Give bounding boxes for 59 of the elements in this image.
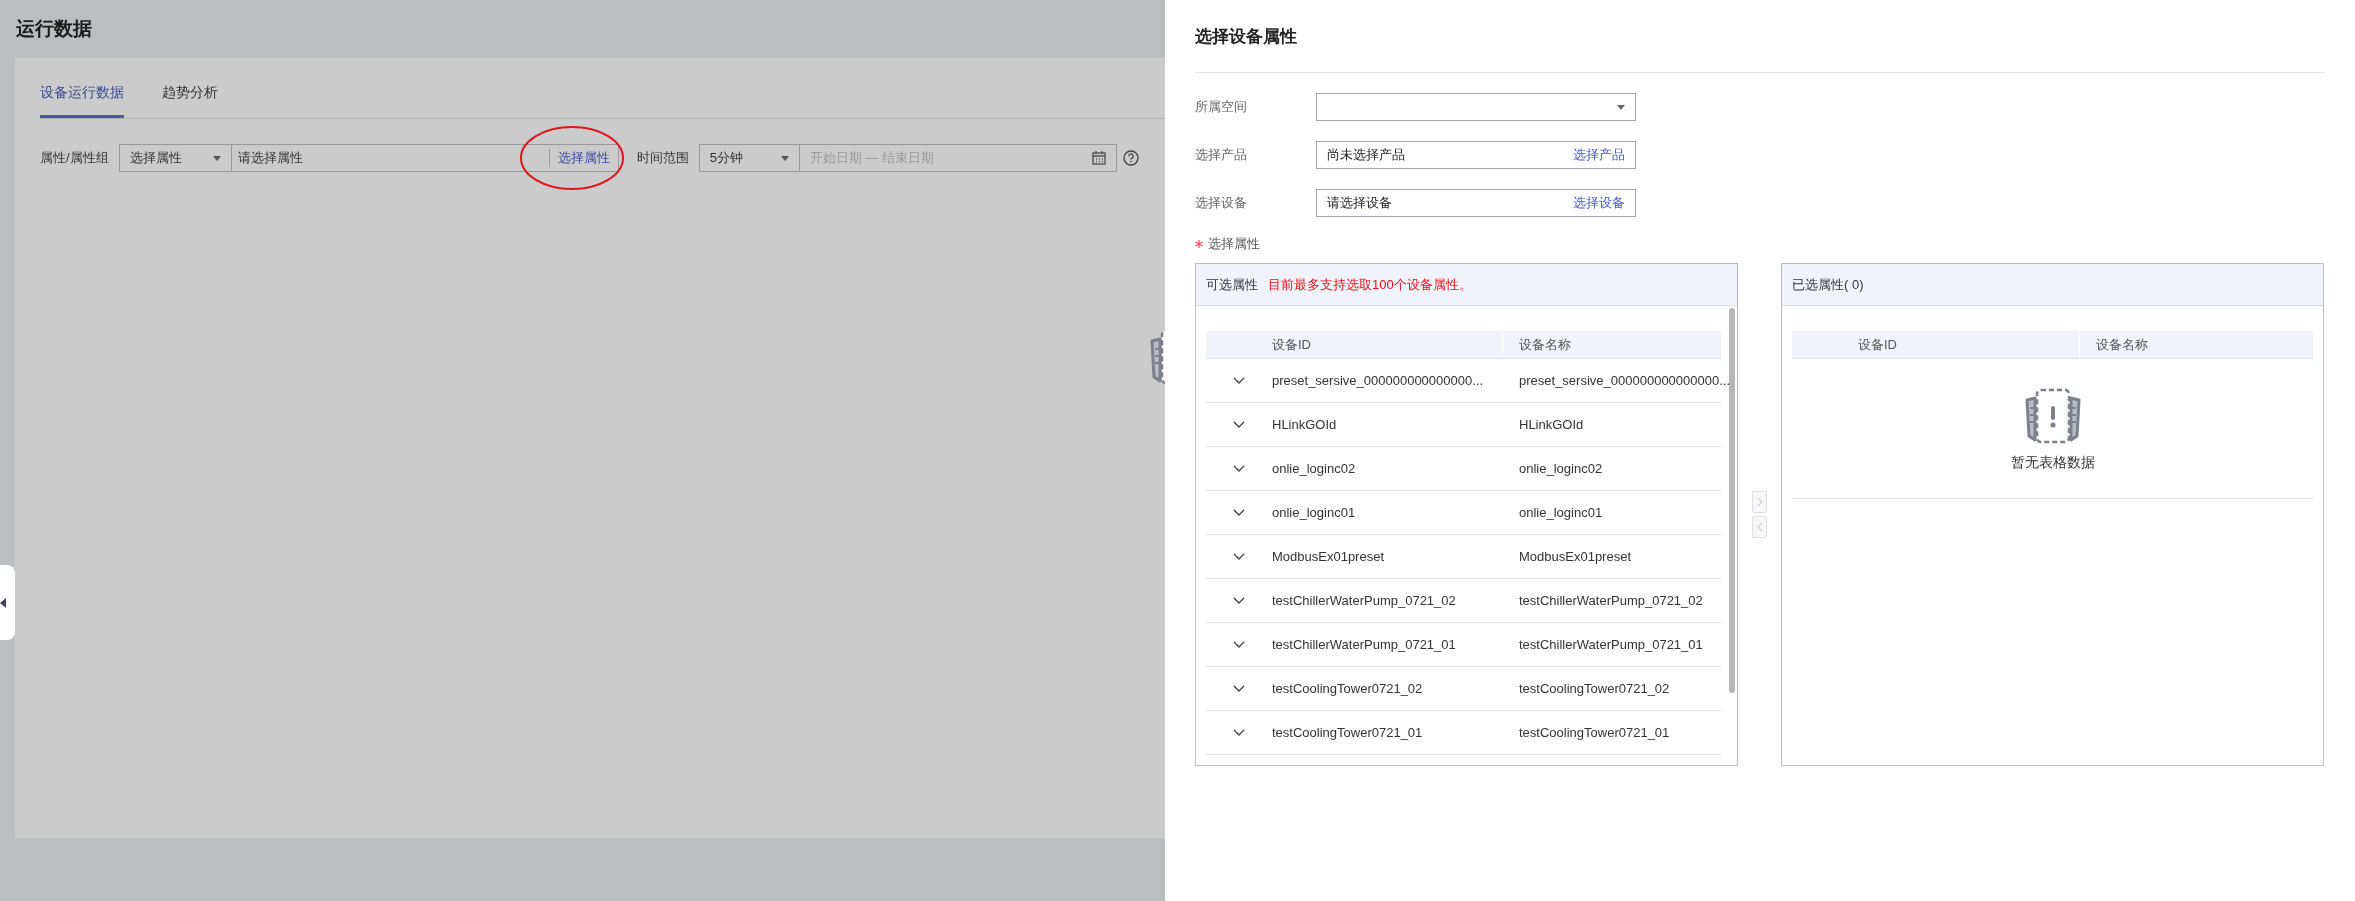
table-cell: preset_sersive_000000000000000... [1272, 373, 1503, 388]
empty-text: 暂无表格数据 [2010, 453, 2095, 472]
table-cell-text: ModbusEx01preset [1518, 549, 1631, 564]
picker-link[interactable]: 选择设备 [1573, 194, 1625, 212]
field-label: 选择产品 [1195, 146, 1248, 164]
drawer-title: 选择设备属性 [1195, 25, 1297, 48]
scrollbar[interactable] [1729, 308, 1735, 693]
tab[interactable]: 趋势分析 [162, 80, 218, 118]
help-icon[interactable] [1122, 150, 1139, 166]
column-header: 设备名称 [1518, 335, 1571, 354]
collapse-icon [0, 597, 6, 608]
table-cell: testChillerWaterPump_0721_02 [1272, 593, 1503, 608]
chevron-icon[interactable] [1233, 641, 1245, 648]
chevron-icon[interactable] [1233, 465, 1245, 472]
table-cell-text: HLinkGOId [1518, 417, 1584, 432]
field-label: 选择设备 [1195, 194, 1248, 212]
picker-field[interactable]: 请选择设备 选择设备 [1316, 189, 1636, 217]
table-cell: testCoolingTower0721_01 [1272, 725, 1503, 740]
table-cell: onlie_loginc02 [1272, 461, 1503, 476]
table-cell: testChillerWaterPump_0721_01 [1272, 637, 1503, 652]
chevron-icon[interactable] [1233, 553, 1245, 560]
time-range-select[interactable]: 5分钟 [698, 144, 799, 172]
table-cell: ModbusEx01preset [1272, 549, 1503, 564]
table-cell-text: onlie_loginc01 [1518, 505, 1603, 520]
field-label: 所属空间 [1195, 98, 1248, 116]
calendar-icon [1091, 151, 1106, 165]
panel-title: 已选属性( 0) [1792, 275, 1864, 294]
table-cell-text: testChillerWaterPump_0721_02 [1518, 593, 1703, 608]
chevron-left-icon [1756, 522, 1763, 532]
field-label: 属性/属性组 [40, 149, 109, 167]
limit-notice: 目前最多支持选取100个设备属性。 [1268, 275, 1472, 294]
column-header: 设备ID [1272, 331, 1503, 358]
caret-icon [780, 155, 789, 161]
chevron-icon[interactable] [1233, 421, 1245, 428]
table-cell: testCoolingTower0721_02 [1272, 681, 1503, 696]
column-header: 设备名称 [2095, 335, 2148, 354]
field-label: 选择属性 [1208, 235, 1260, 253]
sidebar-toggle[interactable] [0, 565, 15, 640]
table-cell-text: onlie_loginc02 [1518, 461, 1603, 476]
table-cell-text: testCoolingTower0721_01 [1518, 725, 1670, 740]
chevron-icon[interactable] [1233, 685, 1245, 692]
table-cell: onlie_loginc01 [1272, 505, 1503, 520]
table-cell: HLinkGOId [1272, 417, 1503, 432]
table-cell-text: preset_sersive_000000000000000... [1518, 373, 1731, 388]
chevron-icon[interactable] [1233, 597, 1245, 604]
chevron-icon[interactable] [1233, 729, 1245, 736]
chevron-right-icon [1756, 497, 1763, 507]
panel-title: 可选属性 [1206, 275, 1258, 294]
tab[interactable]: 设备运行数据 [40, 80, 124, 118]
table-cell-text: testCoolingTower0721_02 [1518, 681, 1670, 696]
page-title: 运行数据 [16, 17, 92, 41]
chevron-icon[interactable] [1233, 377, 1245, 384]
caret-icon [1617, 104, 1625, 110]
table-cell-text: testChillerWaterPump_0721_01 [1518, 637, 1703, 652]
field-label: 时间范围 [636, 149, 689, 167]
picker-field[interactable]: 尚未选择产品 选择产品 [1316, 141, 1636, 169]
chevron-icon[interactable] [1233, 509, 1245, 516]
picker-link[interactable]: 选择产品 [1573, 146, 1625, 164]
column-header: 设备ID [1858, 331, 2080, 358]
